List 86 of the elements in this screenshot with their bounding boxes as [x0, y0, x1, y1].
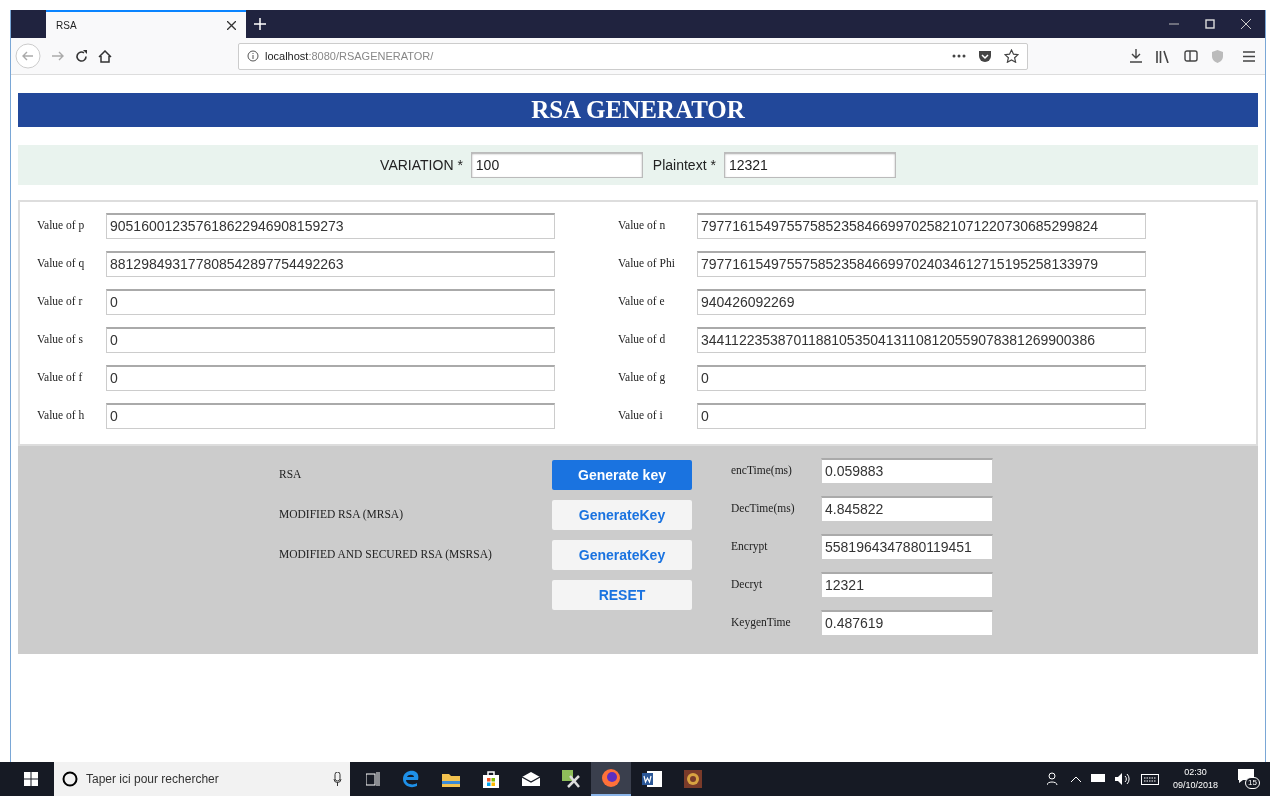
- field-label: Value of s: [37, 332, 84, 348]
- field-label: Value of h: [37, 408, 86, 424]
- reload-icon[interactable]: [75, 49, 88, 63]
- library-icon[interactable]: [1156, 49, 1170, 63]
- field-label: Value of g: [618, 370, 667, 386]
- people-icon[interactable]: [1046, 772, 1061, 786]
- input-field[interactable]: 0: [106, 327, 555, 353]
- maximize-icon[interactable]: [1205, 19, 1215, 29]
- field-label: Value of i: [618, 408, 664, 424]
- result-label: DecTime(ms): [731, 501, 796, 517]
- chevron-up-icon[interactable]: [1070, 776, 1081, 782]
- field-label: Value of d: [618, 332, 667, 348]
- field-label: Value of Phi: [618, 256, 676, 272]
- menu-icon[interactable]: [1243, 50, 1255, 62]
- sidebar-icon[interactable]: [1184, 50, 1198, 62]
- browser-e-icon[interactable]: [402, 770, 420, 788]
- notification-count: 15: [1245, 777, 1260, 789]
- field-label: Value of f: [37, 370, 84, 386]
- result-label: Decryt: [731, 577, 764, 593]
- page-title: RSA GENERATOR: [531, 95, 745, 126]
- field-label: Value of r: [37, 294, 84, 310]
- field-label: Value of n: [618, 218, 667, 234]
- close-tab-icon[interactable]: [227, 20, 236, 30]
- result-field[interactable]: 4.845822: [821, 496, 993, 522]
- info-icon: [247, 50, 259, 62]
- windows-start-icon[interactable]: [24, 772, 38, 786]
- field-label: VARIATION *: [380, 155, 463, 175]
- search-placeholder: Taper ici pour rechercher: [86, 771, 219, 788]
- taskbar-search-field[interactable]: Taper ici pour rechercher: [54, 762, 350, 796]
- network-icon[interactable]: [1090, 774, 1105, 784]
- reset-button[interactable]: RESET: [552, 580, 692, 610]
- algorithm-label: MODIFIED RSA (MRSA): [279, 507, 404, 523]
- input-field[interactable]: 344112235387011881053504131108120559078381269900386: [697, 327, 1146, 353]
- input-field[interactable]: 100: [470, 152, 643, 178]
- pocket-icon[interactable]: [978, 49, 992, 63]
- result-field[interactable]: 0.059883: [821, 458, 993, 484]
- emblem-icon[interactable]: [684, 770, 702, 788]
- clock-date: 09/10/2018: [1172, 779, 1218, 792]
- input-field[interactable]: 797716154975575852358466997024034612715195258133979: [697, 251, 1146, 277]
- result-label: Encrypt: [731, 539, 769, 555]
- input-field[interactable]: 0: [106, 365, 555, 391]
- microphone-icon[interactable]: [333, 772, 342, 786]
- address-bar[interactable]: localhost:8080/RSAGENERATOR/: [238, 42, 1028, 70]
- generate-key-button[interactable]: GenerateKey: [552, 540, 692, 570]
- folder-icon[interactable]: [442, 771, 460, 787]
- input-field[interactable]: 881298493177808542897754492263: [106, 251, 555, 277]
- field-label: Value of e: [618, 294, 666, 310]
- browser-tab[interactable]: RSA: [46, 10, 246, 38]
- result-label: encTime(ms): [731, 463, 793, 479]
- result-label: KeygenTime: [731, 615, 792, 631]
- result-field[interactable]: 5581964347880119451: [821, 534, 993, 560]
- bookmark-star-icon[interactable]: [1004, 49, 1019, 63]
- result-field[interactable]: 12321: [821, 572, 993, 598]
- mail-icon[interactable]: [522, 772, 540, 786]
- input-field[interactable]: 0: [697, 403, 1146, 429]
- word-icon[interactable]: [642, 771, 662, 787]
- input-field[interactable]: 0: [697, 365, 1146, 391]
- new-tab-icon[interactable]: [254, 18, 266, 30]
- volume-icon[interactable]: [1114, 773, 1131, 785]
- clock-time: 02:30: [1184, 766, 1207, 779]
- tools-icon[interactable]: [562, 770, 580, 788]
- search-icon: [62, 771, 78, 787]
- algorithm-label: MODIFIED AND SECURED RSA (MSRSA): [279, 547, 493, 563]
- input-field[interactable]: 0: [106, 289, 555, 315]
- url-text: localhost:8080/RSAGENERATOR/: [265, 48, 434, 64]
- close-icon[interactable]: [1241, 19, 1251, 29]
- keyboard-icon[interactable]: [1140, 773, 1159, 785]
- field-label: Value of q: [37, 256, 86, 272]
- input-field[interactable]: 905160012357618622946908159273: [106, 213, 555, 239]
- store-bag-icon[interactable]: [482, 770, 500, 788]
- input-field[interactable]: 12321: [723, 152, 896, 178]
- algorithm-label: RSA: [279, 467, 303, 483]
- home-icon[interactable]: [98, 49, 112, 63]
- firefox-icon: [601, 768, 621, 788]
- input-field[interactable]: 940426092269: [697, 289, 1146, 315]
- more-icon[interactable]: [952, 54, 966, 58]
- field-label: Plaintext *: [652, 155, 716, 175]
- result-field[interactable]: 0.487619: [821, 610, 993, 636]
- task-view-icon[interactable]: [366, 772, 380, 786]
- firefox-taskbar-button[interactable]: [591, 762, 631, 796]
- generate-key-button[interactable]: GenerateKey: [552, 500, 692, 530]
- input-field[interactable]: 797716154975575852358466997025821071220730685299824: [697, 213, 1146, 239]
- input-field[interactable]: 0: [106, 403, 555, 429]
- generate-key-button[interactable]: Generate key: [552, 460, 692, 490]
- field-label: Value of p: [37, 218, 86, 234]
- download-icon[interactable]: [1130, 49, 1142, 63]
